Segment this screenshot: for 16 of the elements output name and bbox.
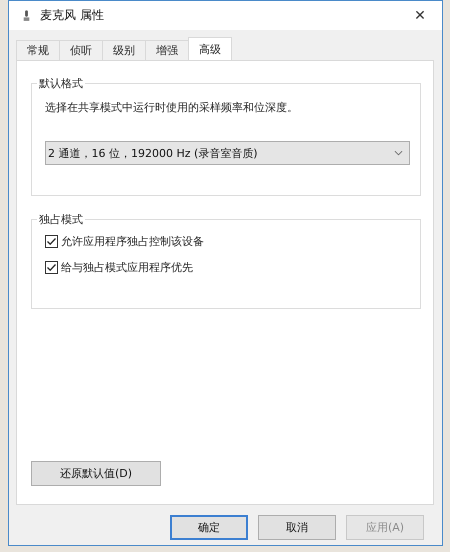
checkbox[interactable] (45, 235, 58, 248)
tab[interactable]: 常规 (16, 40, 60, 60)
checkbox-label: 允许应用程序独占控制该设备 (61, 234, 204, 249)
window-title: 麦克风 属性 (40, 7, 105, 24)
microphone-icon (23, 10, 30, 22)
dialog-button[interactable]: 取消 (258, 515, 336, 540)
format-dropdown[interactable]: 2 通道，16 位，192000 Hz (录音室音质) (45, 141, 410, 165)
group-legend: 默认格式 (37, 76, 85, 91)
group-legend: 独占模式 (37, 212, 85, 227)
dialog-button[interactable]: 确定 (170, 515, 248, 540)
checkbox[interactable] (45, 261, 58, 274)
chevron-down-icon (394, 150, 403, 156)
description-text: 选择在共享模式中运行时使用的采样频率和位深度。 (45, 100, 299, 115)
restore-defaults-button[interactable]: 还原默认值(D) (31, 461, 161, 486)
checkbox-label: 给与独占模式应用程序优先 (61, 260, 193, 275)
tab[interactable]: 高级 (188, 37, 232, 60)
